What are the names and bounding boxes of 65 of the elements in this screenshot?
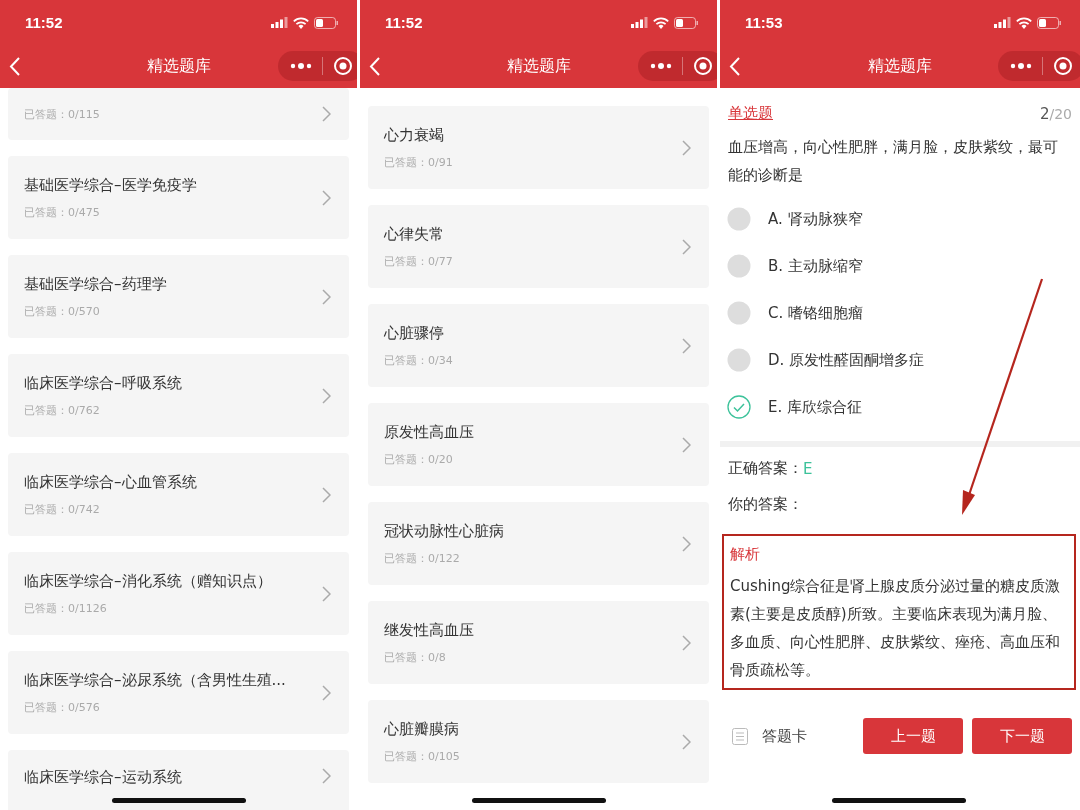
bank-title: 继发性高血压 [384, 620, 474, 640]
question-bank-item[interactable]: 心脏瓣膜病 已答题：0/105 [368, 700, 709, 783]
answered-count: 已答题：0/122 [384, 550, 461, 566]
page-title: 精选题库 [145, 56, 212, 77]
analysis-text: Cushing综合征是肾上腺皮质分泌过量的糖皮质激素(主要是皮质醇)所致。主要临床表现为满月脸、多血质、向心性肥胖、皮肤紫纹、痤疮、高血压和骨质疏松等。 [730, 576, 1062, 681]
question-bank-item[interactable]: 临床医学综合–心血管系统 已答题：0/742 [8, 453, 349, 536]
answered-count: 已答题：0/105 [384, 748, 460, 764]
option-label: D. 原发性醛固酮增多症 [768, 350, 925, 370]
question-bank-item[interactable]: 临床医学综合–泌尿系统（含男性生殖... 已答题：0/576 [8, 651, 349, 734]
status-time: 11:52 [25, 14, 63, 31]
question-bank-item[interactable]: 基础医学综合–医学免疫学 已答题：0/475 [8, 156, 349, 239]
status-time: 11:52 [385, 14, 423, 31]
option-label: A. 肾动脉狭窄 [768, 209, 863, 229]
option-label: E. 库欣综合征 [768, 397, 862, 417]
answered-count: 已答题：0/1126 [24, 600, 108, 616]
bank-title: 心力衰竭 [384, 125, 445, 145]
answered-count: 已答题：0/8 [384, 649, 447, 665]
your-answer-label: 你的答案： [728, 495, 803, 514]
answered-count: 已答题：0/762 [24, 402, 101, 418]
question-bank-item[interactable]: 冠状动脉性心脏病 已答题：0/122 [368, 502, 709, 585]
progress-total: /20 [1049, 106, 1072, 122]
answered-count: 已答题：0/576 [24, 699, 101, 715]
question-bank-item[interactable]: 基础医学综合–药理学 已答题：0/570 [8, 255, 349, 338]
bank-title: 心脏瓣膜病 [384, 719, 460, 739]
bank-title: 临床医学综合–泌尿系统（含男性生殖... [24, 670, 286, 690]
page-title: 精选题库 [505, 56, 572, 77]
question-bank-item[interactable]: 原发性高血压 已答题：0/20 [368, 403, 709, 486]
nav-button[interactable]: 上一题 [863, 718, 963, 754]
answered-count: 已答题：0/475 [24, 204, 101, 220]
answered-count: 已答题：0/77 [384, 253, 453, 269]
question-bank-item[interactable]: 临床医学综合–消化系统（赠知识点） 已答题：0/1126 [8, 552, 349, 635]
analysis-title: 解析 [730, 545, 760, 563]
bank-title: 临床医学综合–呼吸系统 [24, 373, 182, 393]
bank-title: 临床医学综合–心血管系统 [24, 472, 197, 492]
correct-answer: E [803, 459, 813, 478]
question-bank-item[interactable]: 心脏骤停 已答题：0/34 [368, 304, 709, 387]
bank-title: 冠状动脉性心脏病 [384, 521, 504, 541]
bank-title: 心律失常 [384, 224, 445, 244]
option-label: C. 嗜铬细胞瘤 [768, 303, 863, 323]
bank-title: 临床医学综合–消化系统（赠知识点） [24, 571, 272, 591]
bank-title: 基础医学综合–药理学 [24, 274, 167, 294]
bank-title: 心脏骤停 [384, 323, 445, 343]
question-bank-item[interactable]: 临床医学综合–呼吸系统 已答题：0/762 [8, 354, 349, 437]
answered-count: 已答题：0/20 [384, 451, 454, 467]
nav-button[interactable]: 下一题 [972, 718, 1072, 754]
question-text: 血压增高，向心性肥胖，满月脸，皮肤紫纹，最可能的诊断是 [728, 137, 1059, 186]
question-bank-item[interactable]: 临床医学综合–运动系统 [8, 750, 349, 810]
question-bank-item[interactable]: 心力衰竭 已答题：0/91 [368, 106, 709, 189]
question-bank-item[interactable]: 心律失常 已答题：0/77 [368, 205, 709, 288]
answered-count: 已答题：0/742 [24, 501, 101, 517]
bank-title: 基础医学综合–医学免疫学 [24, 175, 197, 195]
progress-current: 2 [1039, 105, 1050, 123]
page-title: 精选题库 [867, 56, 933, 77]
bank-title: 原发性高血压 [384, 422, 474, 442]
answered-count: 已答题：0/115 [24, 106, 100, 122]
question-type: 单选题 [728, 104, 773, 123]
correct-answer-label: 正确答案： [728, 459, 803, 478]
answered-count: 已答题：0/91 [384, 154, 453, 170]
answered-count: 已答题：0/570 [24, 303, 101, 319]
bank-title: 临床医学综合–运动系统 [24, 768, 182, 787]
status-time: 11:53 [745, 14, 783, 31]
answer-card-link[interactable]: 答题卡 [762, 726, 807, 746]
question-bank-item[interactable]: 继发性高血压 已答题：0/8 [368, 601, 709, 684]
option-label: B. 主动脉缩窄 [768, 256, 863, 276]
answered-count: 已答题：0/34 [384, 352, 453, 368]
